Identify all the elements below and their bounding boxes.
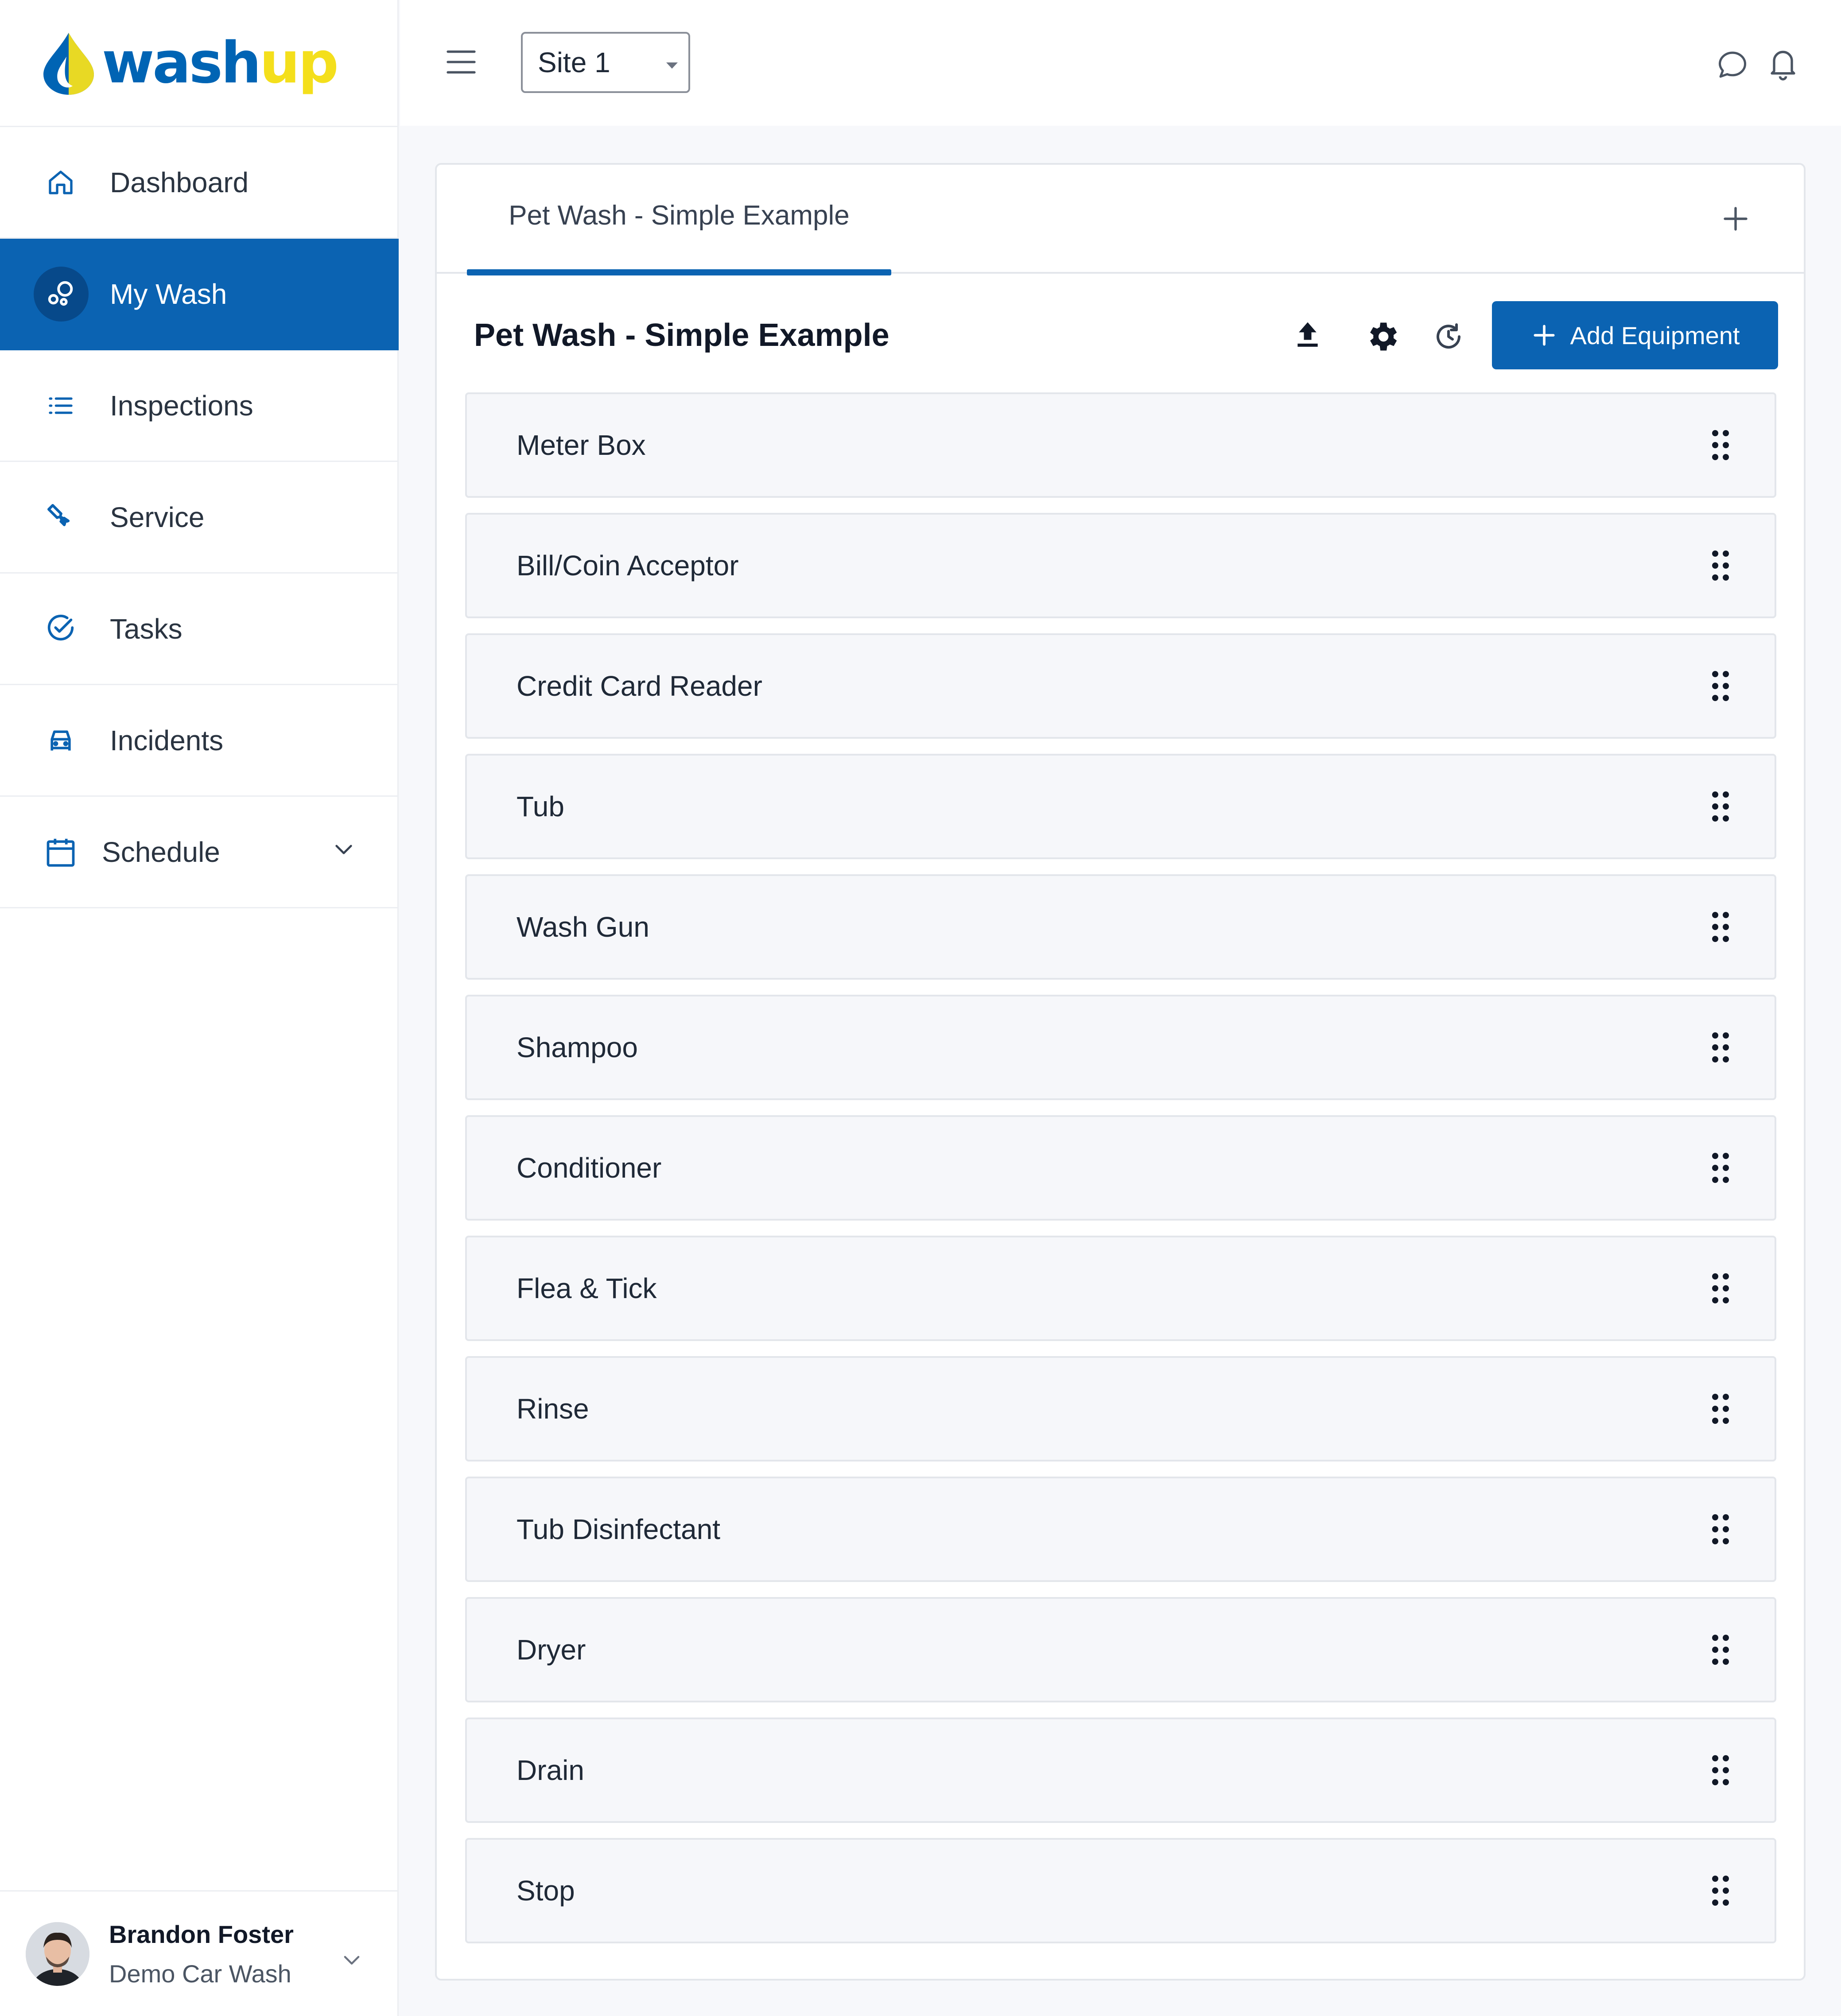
equipment-list: Meter Box Bill/Coin Acceptor Credit Card R… xyxy=(465,392,1776,1958)
gear-icon[interactable] xyxy=(1363,318,1401,355)
sidebar-item-dashboard[interactable]: Dashboard xyxy=(0,127,399,239)
home-icon xyxy=(41,163,81,202)
calendar-icon xyxy=(41,832,81,872)
car-icon xyxy=(41,721,81,760)
sidebar-item-label: Service xyxy=(110,501,205,533)
sidebar-item-schedule[interactable]: Schedule xyxy=(0,797,399,908)
equipment-row[interactable]: Tub Disinfectant xyxy=(465,1477,1776,1582)
upload-icon[interactable] xyxy=(1293,320,1323,350)
equipment-name: Bill/Coin Acceptor xyxy=(517,550,739,582)
equipment-row[interactable]: Stop xyxy=(465,1838,1776,1943)
site-select-value: Site 1 xyxy=(538,47,610,78)
list-icon xyxy=(41,386,81,426)
sidebar-item-label: Incidents xyxy=(110,724,224,756)
add-tab-icon[interactable] xyxy=(1720,203,1752,235)
tab-active-indicator xyxy=(467,269,891,275)
equipment-row[interactable]: Credit Card Reader xyxy=(465,633,1776,739)
drag-handle-icon[interactable] xyxy=(1711,1032,1730,1063)
drag-handle-icon[interactable] xyxy=(1711,911,1730,942)
chevron-down-icon[interactable] xyxy=(331,837,356,861)
section-header: Pet Wash - Simple Example Add Equipment xyxy=(437,275,1804,392)
sidebar-item-label: Inspections xyxy=(110,389,253,422)
tab-label: Pet Wash - Simple Example xyxy=(509,200,850,231)
equipment-name: Conditioner xyxy=(517,1152,662,1184)
sidebar-item-label: Schedule xyxy=(102,836,220,868)
section-title: Pet Wash - Simple Example xyxy=(474,318,889,353)
equipment-name: Flea & Tick xyxy=(517,1272,657,1304)
add-equipment-label: Add Equipment xyxy=(1570,321,1740,349)
plus-icon xyxy=(1530,322,1558,349)
avatar xyxy=(26,1922,89,1986)
sidebar-item-tasks[interactable]: Tasks xyxy=(0,574,399,685)
equipment-row[interactable]: Drain xyxy=(465,1717,1776,1823)
drag-handle-icon[interactable] xyxy=(1711,550,1730,581)
caret-down-icon xyxy=(665,61,679,70)
site-select[interactable]: Site 1 xyxy=(521,32,690,93)
drag-handle-icon[interactable] xyxy=(1711,791,1730,822)
equipment-name: Shampoo xyxy=(517,1031,638,1063)
bubbles-icon xyxy=(34,266,89,322)
logo-text-wash: wash xyxy=(102,30,261,96)
equipment-name: Rinse xyxy=(517,1393,589,1425)
droplet-logo-icon xyxy=(43,33,94,95)
equipment-row[interactable]: Conditioner xyxy=(465,1115,1776,1221)
washup-logo[interactable]: washup xyxy=(40,30,339,97)
drag-handle-icon[interactable] xyxy=(1711,1514,1730,1545)
equipment-row[interactable]: Bill/Coin Acceptor xyxy=(465,513,1776,618)
equipment-row[interactable]: Tub xyxy=(465,754,1776,859)
sidebar: washup Dashboard My Wash Inspections Ser… xyxy=(0,0,399,2016)
drag-handle-icon[interactable] xyxy=(1711,1875,1730,1906)
refresh-icon[interactable] xyxy=(1433,321,1464,353)
equipment-row[interactable]: Rinse xyxy=(465,1356,1776,1462)
equipment-name: Meter Box xyxy=(517,429,646,461)
equipment-name: Tub Disinfectant xyxy=(517,1513,721,1545)
equipment-row[interactable]: Wash Gun xyxy=(465,874,1776,980)
main-card: Pet Wash - Simple Example Pet Wash - Sim… xyxy=(435,163,1806,1981)
equipment-row[interactable]: Flea & Tick xyxy=(465,1236,1776,1341)
sidebar-item-label: Dashboard xyxy=(110,166,249,198)
drag-handle-icon[interactable] xyxy=(1711,1393,1730,1424)
user-organization: Demo Car Wash xyxy=(109,1959,291,1988)
equipment-name: Wash Gun xyxy=(517,911,649,943)
top-bar: Site 1 xyxy=(400,0,1841,126)
chat-icon[interactable] xyxy=(1716,48,1749,81)
sidebar-item-incidents[interactable]: Incidents xyxy=(0,685,399,797)
chevron-down-icon[interactable] xyxy=(340,1948,363,1971)
tab-pet-wash-simple-example[interactable]: Pet Wash - Simple Example xyxy=(467,165,891,275)
user-name: Brandon Foster xyxy=(109,1920,294,1948)
logo-text-up: up xyxy=(259,30,339,96)
equipment-name: Credit Card Reader xyxy=(517,670,762,702)
drag-handle-icon[interactable] xyxy=(1711,1273,1730,1304)
equipment-row[interactable]: Meter Box xyxy=(465,392,1776,498)
check-circle-icon xyxy=(41,609,81,649)
equipment-row[interactable]: Shampoo xyxy=(465,995,1776,1100)
sidebar-item-label: Tasks xyxy=(110,613,183,645)
menu-icon[interactable] xyxy=(443,44,479,80)
sidebar-item-label: My Wash xyxy=(110,278,227,310)
tab-bar: Pet Wash - Simple Example xyxy=(437,165,1804,275)
sidebar-item-inspections[interactable]: Inspections xyxy=(0,350,399,462)
equipment-name: Drain xyxy=(517,1754,584,1786)
drag-handle-icon[interactable] xyxy=(1711,1755,1730,1786)
drag-handle-icon[interactable] xyxy=(1711,1152,1730,1183)
drag-handle-icon[interactable] xyxy=(1711,671,1730,702)
wrench-icon xyxy=(41,497,81,537)
user-profile[interactable]: Brandon Foster Demo Car Wash xyxy=(0,1890,399,2016)
equipment-name: Tub xyxy=(517,791,564,822)
equipment-row[interactable]: Dryer xyxy=(465,1597,1776,1702)
drag-handle-icon[interactable] xyxy=(1711,430,1730,461)
drag-handle-icon[interactable] xyxy=(1711,1634,1730,1665)
equipment-name: Dryer xyxy=(517,1634,586,1666)
bell-icon[interactable] xyxy=(1765,46,1801,81)
add-equipment-button[interactable]: Add Equipment xyxy=(1492,301,1778,369)
sidebar-item-service[interactable]: Service xyxy=(0,462,399,574)
sidebar-item-my-wash[interactable]: My Wash xyxy=(0,239,399,350)
equipment-name: Stop xyxy=(517,1875,575,1907)
